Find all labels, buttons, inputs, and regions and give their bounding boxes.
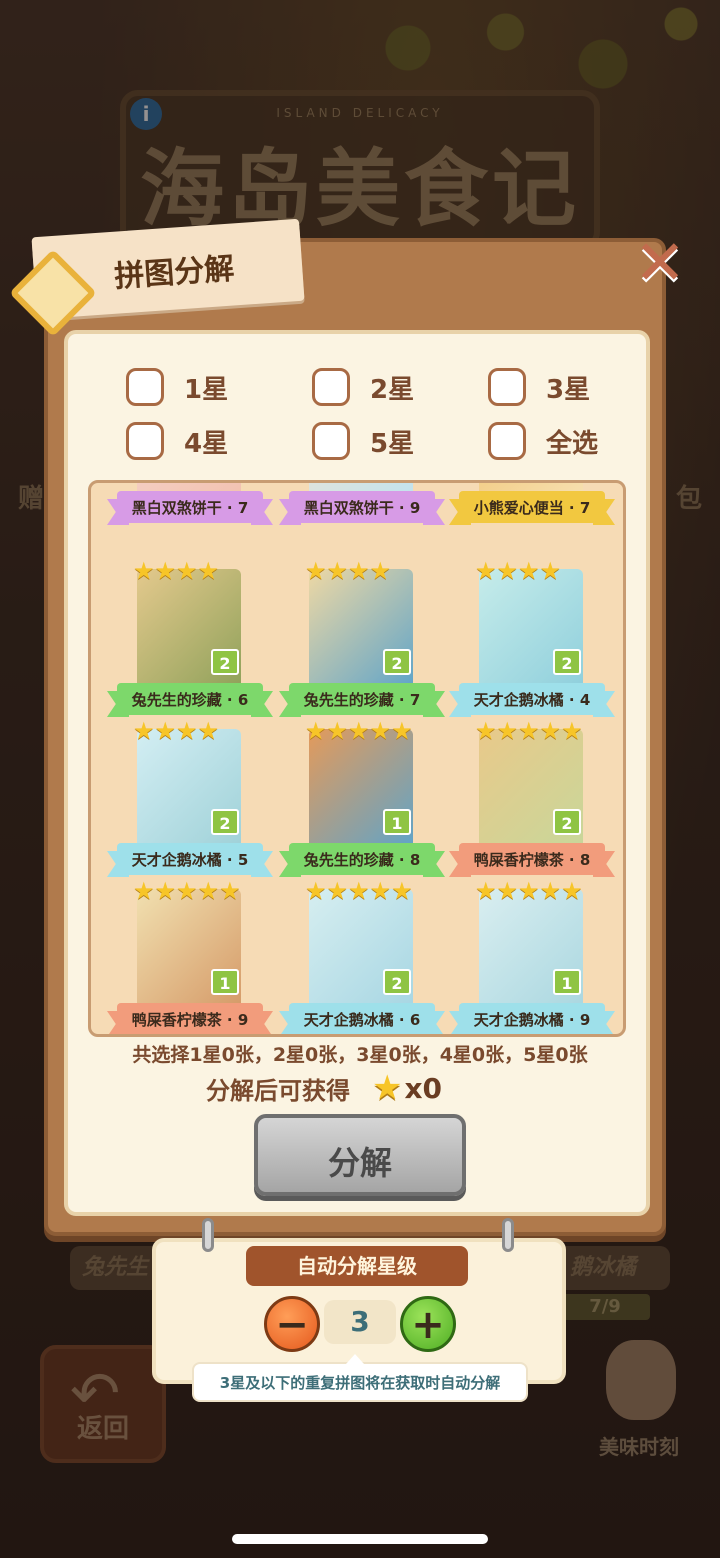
filter-label: 4星	[184, 428, 229, 459]
card-ribbon: 天才企鹅冰橘 · 6	[279, 1003, 445, 1034]
gain-row: 分解后可获得 ★ x0	[206, 1068, 443, 1108]
home-indicator[interactable]	[232, 1534, 488, 1544]
card-label: 兔先生的珍藏 · 6	[131, 690, 249, 709]
puzzle-card[interactable]: 1 黑白双煞饼干 · 9	[277, 480, 447, 525]
star-rating: ★★★★★	[475, 717, 583, 745]
card-ribbon: 鸭屎香柠檬茶 · 8	[449, 843, 615, 877]
star-rating: ★★★★★	[475, 877, 583, 905]
card-label: 兔先生的珍藏 · 7	[303, 690, 421, 709]
card-label: 天才企鹅冰橘 · 4	[473, 690, 591, 709]
puzzle-card[interactable]: ★★★★★ 2 鸭屎香柠檬茶 · 8	[447, 717, 617, 877]
puzzle-card[interactable]: ★★★★ 2 天才企鹅冰橘 · 5	[105, 717, 275, 877]
auto-tip: 3星及以下的重复拼图将在获取时自动分解	[192, 1354, 528, 1402]
card-count-badge: 1	[383, 480, 411, 483]
card-label: 兔先生的珍藏 · 8	[303, 850, 421, 869]
decompose-button[interactable]: 分解	[254, 1114, 466, 1196]
card-count-badge: 1	[553, 969, 581, 995]
filter-2-star[interactable]: 2星	[312, 367, 414, 407]
card-ribbon: 兔先生的珍藏 · 7	[279, 683, 445, 717]
card-ribbon: 小熊爱心便当 · 7	[449, 491, 615, 525]
hook-icon	[202, 1218, 214, 1252]
puzzle-card[interactable]: 2 小熊爱心便当 · 7	[447, 480, 617, 525]
star-rating: ★★★★★	[305, 877, 413, 905]
decompose-label: 分解	[327, 1144, 392, 1182]
filter-3-star[interactable]: 3星	[488, 367, 590, 407]
checkbox[interactable]	[126, 422, 164, 460]
filter-select-all[interactable]: 全选	[488, 421, 598, 461]
filter-label: 全选	[546, 428, 599, 459]
selection-summary: 共选择1星0张，2星0张，3星0张，4星0张，5星0张	[132, 1044, 588, 1066]
card-count-badge: 2	[383, 969, 411, 995]
gain-label: 分解后可获得	[206, 1076, 350, 1105]
star-rating: ★★★★★	[305, 717, 413, 745]
filter-label: 3星	[546, 374, 591, 405]
card-ribbon: 鸭屎香柠檬茶 · 9	[107, 1003, 273, 1034]
gain-amount: x0	[404, 1071, 443, 1105]
puzzle-card[interactable]: ★★★★★ 1 鸭屎香柠檬茶 · 9	[105, 877, 275, 1034]
filter-4-star[interactable]: 4星	[126, 421, 228, 461]
minus-button[interactable]: −	[264, 1296, 320, 1352]
card-label: 天才企鹅冰橘 · 5	[131, 850, 249, 869]
card-label: 天才企鹅冰橘 · 6	[303, 1010, 421, 1029]
card-ribbon: 天才企鹅冰橘 · 9	[449, 1003, 615, 1034]
star-rating: ★★★★	[133, 557, 220, 585]
card-count-badge: 2	[211, 649, 239, 675]
checkbox[interactable]	[312, 422, 350, 460]
puzzle-card[interactable]: ★★★★ 2 兔先生的珍藏 · 7	[277, 557, 447, 717]
plus-icon: +	[411, 1302, 445, 1348]
card-ribbon: 兔先生的珍藏 · 6	[107, 683, 273, 717]
card-label: 天才企鹅冰橘 · 9	[473, 1010, 591, 1029]
card-ribbon: 兔先生的珍藏 · 8	[279, 843, 445, 877]
card-label: 小熊爱心便当 · 7	[473, 498, 591, 517]
card-count-badge: 1	[383, 809, 411, 835]
star-rating: ★★★★	[133, 717, 220, 745]
checkbox[interactable]	[488, 368, 526, 406]
puzzle-card[interactable]: ★★★★ 2 天才企鹅冰橘 · 4	[447, 557, 617, 717]
card-count-badge: 2	[211, 809, 239, 835]
filter-5-star[interactable]: 5星	[312, 421, 414, 461]
card-ribbon: 天才企鹅冰橘 · 5	[107, 843, 273, 877]
hook-icon	[502, 1218, 514, 1252]
card-ribbon: 黑白双煞饼干 · 9	[279, 491, 445, 525]
puzzle-card[interactable]: 1 黑白双煞饼干 · 7	[105, 480, 275, 525]
filter-label: 2星	[370, 374, 415, 405]
card-count-badge: 2	[383, 649, 411, 675]
card-label: 黑白双煞饼干 · 9	[303, 498, 421, 517]
close-x-icon: ✕	[634, 226, 686, 299]
card-ribbon: 黑白双煞饼干 · 7	[107, 491, 273, 525]
puzzle-grid: 1 黑白双煞饼干 · 7 1 黑白双煞饼干 · 9 2 小熊爱心便当 · 7 ★★★★ 2 兔先…	[88, 480, 626, 1037]
checkbox[interactable]	[126, 368, 164, 406]
puzzle-card[interactable]: ★★★★ 2 兔先生的珍藏 · 6	[105, 557, 275, 717]
checkbox[interactable]	[312, 368, 350, 406]
puzzle-card[interactable]: ★★★★★ 1 兔先生的珍藏 · 8	[277, 717, 447, 877]
dialog-title: 拼图分解	[113, 251, 236, 295]
card-ribbon: 天才企鹅冰橘 · 4	[449, 683, 615, 717]
checkbox[interactable]	[488, 422, 526, 460]
filter-1-star[interactable]: 1星	[126, 367, 228, 407]
star-rating: ★★★★	[305, 557, 392, 585]
plus-button[interactable]: +	[400, 1296, 456, 1352]
puzzle-card[interactable]: ★★★★★ 2 天才企鹅冰橘 · 6	[277, 877, 447, 1034]
puzzle-card[interactable]: ★★★★★ 1 天才企鹅冰橘 · 9	[447, 877, 617, 1034]
card-count-badge: 2	[553, 480, 581, 483]
star-icon: ★	[372, 1068, 403, 1108]
star-rating: ★★★★	[475, 557, 562, 585]
star-rating: ★★★★★	[133, 877, 241, 905]
card-label: 鸭屎香柠檬茶 · 8	[473, 850, 591, 869]
card-count-badge: 1	[211, 969, 239, 995]
card-count-badge: 2	[553, 649, 581, 675]
card-label: 鸭屎香柠檬茶 · 9	[131, 1010, 249, 1029]
close-button[interactable]: ✕	[628, 226, 686, 299]
card-count-badge: 1	[211, 480, 239, 483]
auto-title: 自动分解星级	[246, 1246, 468, 1286]
filter-label: 1星	[184, 374, 229, 405]
card-count-badge: 2	[553, 809, 581, 835]
star-level-value: 3	[324, 1300, 396, 1344]
minus-icon: −	[275, 1302, 309, 1348]
card-label: 黑白双煞饼干 · 7	[131, 498, 249, 517]
filter-label: 5星	[370, 428, 415, 459]
